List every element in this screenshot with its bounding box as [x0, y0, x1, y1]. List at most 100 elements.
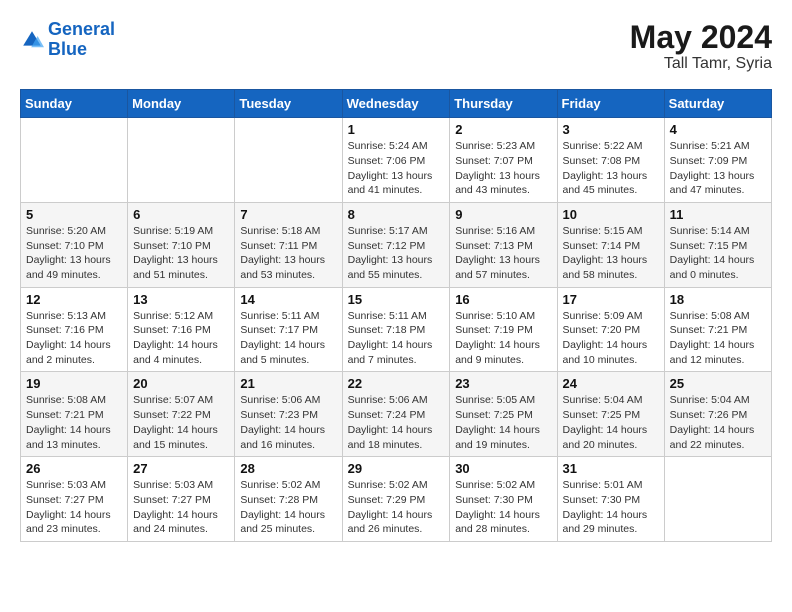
calendar-cell: 14Sunrise: 5:11 AMSunset: 7:17 PMDayligh… — [235, 287, 342, 372]
weekday-header-thursday: Thursday — [450, 90, 557, 118]
day-number: 18 — [670, 292, 766, 307]
day-info: Sunrise: 5:01 AMSunset: 7:30 PMDaylight:… — [563, 478, 659, 537]
weekday-header-monday: Monday — [128, 90, 235, 118]
calendar-cell: 18 Sunrise: 5:08 AMSunset: 7:21 PMDayligh… — [664, 287, 771, 372]
day-info: Sunrise: 5:18 AMSunset: 7:11 PMDaylight:… — [240, 224, 336, 283]
day-info: Sunrise: 5:02 AMSunset: 7:28 PMDaylight:… — [240, 478, 336, 537]
calendar-cell: 4 Sunrise: 5:21 AMSunset: 7:09 PMDaylight… — [664, 118, 771, 203]
logo-text: General Blue — [48, 20, 115, 60]
day-info: Sunrise: 5:07 AMSunset: 7:22 PMDaylight:… — [133, 393, 229, 452]
day-number: 27 — [133, 461, 229, 476]
day-info: Sunrise: 5:08 AMSunset: 7:21 PMDaylight:… — [670, 309, 766, 368]
calendar-cell: 10 Sunrise: 5:15 AMSunset: 7:14 PMDayligh… — [557, 202, 664, 287]
calendar-cell: 24Sunrise: 5:04 AMSunset: 7:25 PMDayligh… — [557, 372, 664, 457]
calendar-cell: 31 Sunrise: 5:01 AMSunset: 7:30 PMDayligh… — [557, 457, 664, 542]
calendar-cell: 8 Sunrise: 5:17 AMSunset: 7:12 PMDaylight… — [342, 202, 450, 287]
day-number: 15 — [348, 292, 445, 307]
day-info: Sunrise: 5:09 AMSunset: 7:20 PMDaylight:… — [563, 309, 659, 368]
calendar-cell: 12 Sunrise: 5:13 AMSunset: 7:16 PMDayligh… — [21, 287, 128, 372]
calendar-week-3: 12 Sunrise: 5:13 AMSunset: 7:16 PMDayligh… — [21, 287, 772, 372]
day-info: Sunrise: 5:17 AMSunset: 7:12 PMDaylight:… — [348, 224, 445, 283]
day-number: 10 — [563, 207, 659, 222]
calendar-cell: 19Sunrise: 5:08 AMSunset: 7:21 PMDayligh… — [21, 372, 128, 457]
calendar-cell: 25 Sunrise: 5:04 AMSunset: 7:26 PMDayligh… — [664, 372, 771, 457]
calendar-cell: 23 Sunrise: 5:05 AMSunset: 7:25 PMDayligh… — [450, 372, 557, 457]
day-info: Sunrise: 5:03 AMSunset: 7:27 PMDaylight:… — [133, 478, 229, 537]
day-info: Sunrise: 5:21 AMSunset: 7:09 PMDaylight:… — [670, 139, 766, 198]
day-number: 17 — [563, 292, 659, 307]
calendar-cell — [235, 118, 342, 203]
day-number: 23 — [455, 376, 551, 391]
calendar-cell: 17 Sunrise: 5:09 AMSunset: 7:20 PMDayligh… — [557, 287, 664, 372]
day-number: 6 — [133, 207, 229, 222]
weekday-header-wednesday: Wednesday — [342, 90, 450, 118]
weekday-header-tuesday: Tuesday — [235, 90, 342, 118]
calendar-cell: 5Sunrise: 5:20 AMSunset: 7:10 PMDaylight… — [21, 202, 128, 287]
day-info: Sunrise: 5:20 AMSunset: 7:10 PMDaylight:… — [26, 224, 122, 283]
calendar-table: SundayMondayTuesdayWednesdayThursdayFrid… — [20, 89, 772, 542]
calendar-cell — [664, 457, 771, 542]
day-info: Sunrise: 5:11 AMSunset: 7:18 PMDaylight:… — [348, 309, 445, 368]
calendar-week-2: 5Sunrise: 5:20 AMSunset: 7:10 PMDaylight… — [21, 202, 772, 287]
day-info: Sunrise: 5:10 AMSunset: 7:19 PMDaylight:… — [455, 309, 551, 368]
day-info: Sunrise: 5:04 AMSunset: 7:25 PMDaylight:… — [563, 393, 659, 452]
day-number: 31 — [563, 461, 659, 476]
calendar-week-1: 1Sunrise: 5:24 AMSunset: 7:06 PMDaylight… — [21, 118, 772, 203]
day-number: 16 — [455, 292, 551, 307]
day-number: 12 — [26, 292, 122, 307]
day-info: Sunrise: 5:06 AMSunset: 7:23 PMDaylight:… — [240, 393, 336, 452]
day-number: 28 — [240, 461, 336, 476]
calendar-cell: 16 Sunrise: 5:10 AMSunset: 7:19 PMDayligh… — [450, 287, 557, 372]
month-title: May 2024 — [630, 20, 772, 55]
logo-icon — [20, 28, 44, 52]
day-number: 30 — [455, 461, 551, 476]
page-header: General Blue May 2024 Tall Tamr, Syria — [20, 20, 772, 73]
calendar-header-row: SundayMondayTuesdayWednesdayThursdayFrid… — [21, 90, 772, 118]
weekday-header-saturday: Saturday — [664, 90, 771, 118]
calendar-cell — [128, 118, 235, 203]
calendar-cell: 22Sunrise: 5:06 AMSunset: 7:24 PMDayligh… — [342, 372, 450, 457]
day-number: 7 — [240, 207, 336, 222]
title-block: May 2024 Tall Tamr, Syria — [630, 20, 772, 73]
calendar-cell: 3Sunrise: 5:22 AMSunset: 7:08 PMDaylight… — [557, 118, 664, 203]
day-info: Sunrise: 5:22 AMSunset: 7:08 PMDaylight:… — [563, 139, 659, 198]
calendar-cell: 2Sunrise: 5:23 AMSunset: 7:07 PMDaylight… — [450, 118, 557, 203]
day-info: Sunrise: 5:05 AMSunset: 7:25 PMDaylight:… — [455, 393, 551, 452]
day-info: Sunrise: 5:06 AMSunset: 7:24 PMDaylight:… — [348, 393, 445, 452]
day-info: Sunrise: 5:16 AMSunset: 7:13 PMDaylight:… — [455, 224, 551, 283]
calendar-cell: 27 Sunrise: 5:03 AMSunset: 7:27 PMDayligh… — [128, 457, 235, 542]
day-info: Sunrise: 5:04 AMSunset: 7:26 PMDaylight:… — [670, 393, 766, 452]
day-number: 25 — [670, 376, 766, 391]
weekday-header-friday: Friday — [557, 90, 664, 118]
day-info: Sunrise: 5:03 AMSunset: 7:27 PMDaylight:… — [26, 478, 122, 537]
day-number: 20 — [133, 376, 229, 391]
calendar-cell: 1Sunrise: 5:24 AMSunset: 7:06 PMDaylight… — [342, 118, 450, 203]
calendar-cell: 15 Sunrise: 5:11 AMSunset: 7:18 PMDayligh… — [342, 287, 450, 372]
day-info: Sunrise: 5:02 AMSunset: 7:29 PMDaylight:… — [348, 478, 445, 537]
calendar-cell — [21, 118, 128, 203]
calendar-week-5: 26 Sunrise: 5:03 AMSunset: 7:27 PMDayligh… — [21, 457, 772, 542]
calendar-cell: 26 Sunrise: 5:03 AMSunset: 7:27 PMDayligh… — [21, 457, 128, 542]
day-info: Sunrise: 5:13 AMSunset: 7:16 PMDaylight:… — [26, 309, 122, 368]
day-info: Sunrise: 5:23 AMSunset: 7:07 PMDaylight:… — [455, 139, 551, 198]
day-number: 9 — [455, 207, 551, 222]
day-number: 8 — [348, 207, 445, 222]
day-number: 13 — [133, 292, 229, 307]
calendar-cell: 9 Sunrise: 5:16 AMSunset: 7:13 PMDaylight… — [450, 202, 557, 287]
calendar-cell: 6 Sunrise: 5:19 AMSunset: 7:10 PMDaylight… — [128, 202, 235, 287]
day-info: Sunrise: 5:02 AMSunset: 7:30 PMDaylight:… — [455, 478, 551, 537]
calendar-cell: 11Sunrise: 5:14 AMSunset: 7:15 PMDayligh… — [664, 202, 771, 287]
location-title: Tall Tamr, Syria — [630, 55, 772, 73]
day-info: Sunrise: 5:08 AMSunset: 7:21 PMDaylight:… — [26, 393, 122, 452]
weekday-header-sunday: Sunday — [21, 90, 128, 118]
calendar-cell: 7 Sunrise: 5:18 AMSunset: 7:11 PMDaylight… — [235, 202, 342, 287]
calendar-cell: 21 Sunrise: 5:06 AMSunset: 7:23 PMDayligh… — [235, 372, 342, 457]
day-number: 4 — [670, 122, 766, 137]
calendar-cell: 13 Sunrise: 5:12 AMSunset: 7:16 PMDayligh… — [128, 287, 235, 372]
day-number: 26 — [26, 461, 122, 476]
day-info: Sunrise: 5:12 AMSunset: 7:16 PMDaylight:… — [133, 309, 229, 368]
day-info: Sunrise: 5:11 AMSunset: 7:17 PMDaylight:… — [240, 309, 336, 368]
day-number: 21 — [240, 376, 336, 391]
day-info: Sunrise: 5:19 AMSunset: 7:10 PMDaylight:… — [133, 224, 229, 283]
day-info: Sunrise: 5:15 AMSunset: 7:14 PMDaylight:… — [563, 224, 659, 283]
